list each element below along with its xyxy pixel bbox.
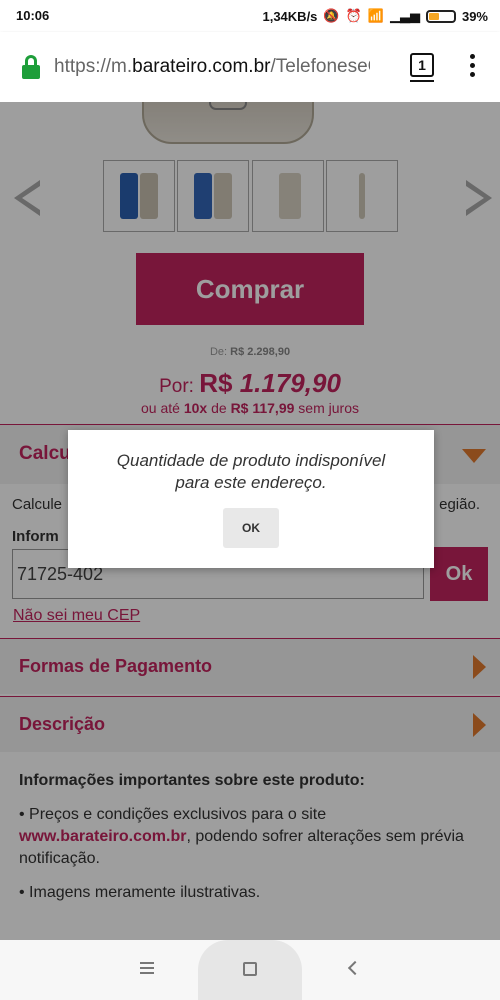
lock-icon[interactable] xyxy=(22,55,40,79)
dialog-message-line-1: Quantidade de produto indisponível xyxy=(116,451,386,470)
dialog-ok-button[interactable]: OK xyxy=(223,508,279,548)
alert-dialog: Quantidade de produto indisponível para … xyxy=(68,430,434,568)
url-bar[interactable]: https://m.barateiro.com.br/TelefoneseCel… xyxy=(54,56,370,78)
browser-toolbar: https://m.barateiro.com.br/TelefoneseCel… xyxy=(0,32,500,102)
system-nav-bar xyxy=(0,940,500,1000)
network-speed: 1,34KB/s xyxy=(262,8,318,24)
status-icons: 1,34KB/s 🔕 ⏰ 📶 ▁▃▅ 39% xyxy=(262,8,488,24)
tab-switcher-underline xyxy=(410,80,434,82)
mute-icon: 🔕 xyxy=(323,8,340,23)
clock: 10:06 xyxy=(16,8,50,23)
wifi-icon: 📶 xyxy=(367,8,384,23)
battery-icon xyxy=(425,9,456,23)
dialog-message-line-2: para este endereço. xyxy=(175,473,327,492)
url-path: /TelefoneseCelul xyxy=(270,56,370,77)
url-domain: barateiro.com.br xyxy=(132,56,271,77)
recents-icon[interactable] xyxy=(140,962,154,974)
battery-fill xyxy=(428,12,440,20)
status-bar: 10:06 1,34KB/s 🔕 ⏰ 📶 ▁▃▅ 39% xyxy=(0,0,500,32)
home-icon[interactable] xyxy=(243,962,257,976)
more-menu-icon[interactable] xyxy=(468,54,476,80)
battery-percent: 39% xyxy=(461,8,488,24)
dialog-message: Quantidade de produto indisponível para … xyxy=(68,450,434,494)
tab-switcher-button[interactable]: 1 xyxy=(410,53,434,77)
alarm-icon: ⏰ xyxy=(345,8,362,23)
url-prefix: https://m. xyxy=(54,56,133,77)
back-icon[interactable] xyxy=(347,960,363,976)
signal-icon: ▁▃▅ xyxy=(389,8,420,23)
